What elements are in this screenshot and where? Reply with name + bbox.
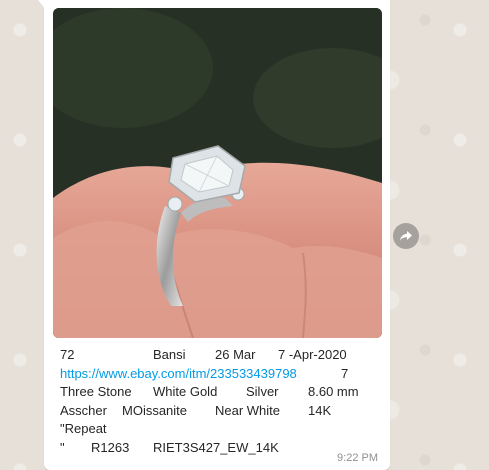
message-timestamp: 9:22 PM xyxy=(337,452,378,464)
caption-text: 72 xyxy=(60,347,75,362)
ring-photo xyxy=(53,8,382,338)
message-image[interactable] xyxy=(53,8,382,338)
caption-text: R1263 xyxy=(91,439,130,455)
caption-text: 7 -Apr-2020 xyxy=(278,347,347,362)
caption-line-4: Asscher MOissanite Near White 14K xyxy=(60,402,382,421)
caption-text: 8.60 mm xyxy=(308,384,359,400)
caption-text: RIET3S427_EW_14K xyxy=(153,439,279,455)
caption-text: MOissanite xyxy=(122,402,188,418)
message-caption: 72 Bansi 26 Mar 7 -Apr-2020 https://www.… xyxy=(60,346,382,458)
caption-text: "Repeat xyxy=(60,421,107,437)
ebay-link[interactable]: https://www.ebay.com/itm/233533439798 xyxy=(60,365,297,384)
caption-text: " xyxy=(60,439,65,455)
caption-text: Asscher xyxy=(60,402,107,418)
caption-text: Silver xyxy=(246,384,279,400)
caption-text: 14K xyxy=(308,402,332,418)
forward-arrow-icon xyxy=(400,231,412,241)
caption-text: Near White xyxy=(215,402,281,418)
caption-line-2: https://www.ebay.com/itm/233533439798 7 xyxy=(60,365,382,384)
caption-line-1: 72 Bansi 26 Mar 7 -Apr-2020 xyxy=(60,346,382,365)
caption-text: White Gold xyxy=(153,384,218,400)
caption-line-6: " R1263 RIET3S427_EW_14K xyxy=(60,439,382,458)
caption-text: Bansi xyxy=(153,347,186,362)
caption-text: 7 xyxy=(341,365,349,381)
incoming-message-bubble[interactable]: 72 Bansi 26 Mar 7 -Apr-2020 https://www.… xyxy=(44,0,390,470)
caption-text: 26 Mar xyxy=(215,347,256,362)
caption-text: Three Stone xyxy=(60,384,132,400)
caption-line-5: "Repeat xyxy=(60,420,382,439)
caption-line-3: Three Stone White Gold Silver 8.60 mm xyxy=(60,383,382,402)
forward-button[interactable] xyxy=(393,223,419,249)
